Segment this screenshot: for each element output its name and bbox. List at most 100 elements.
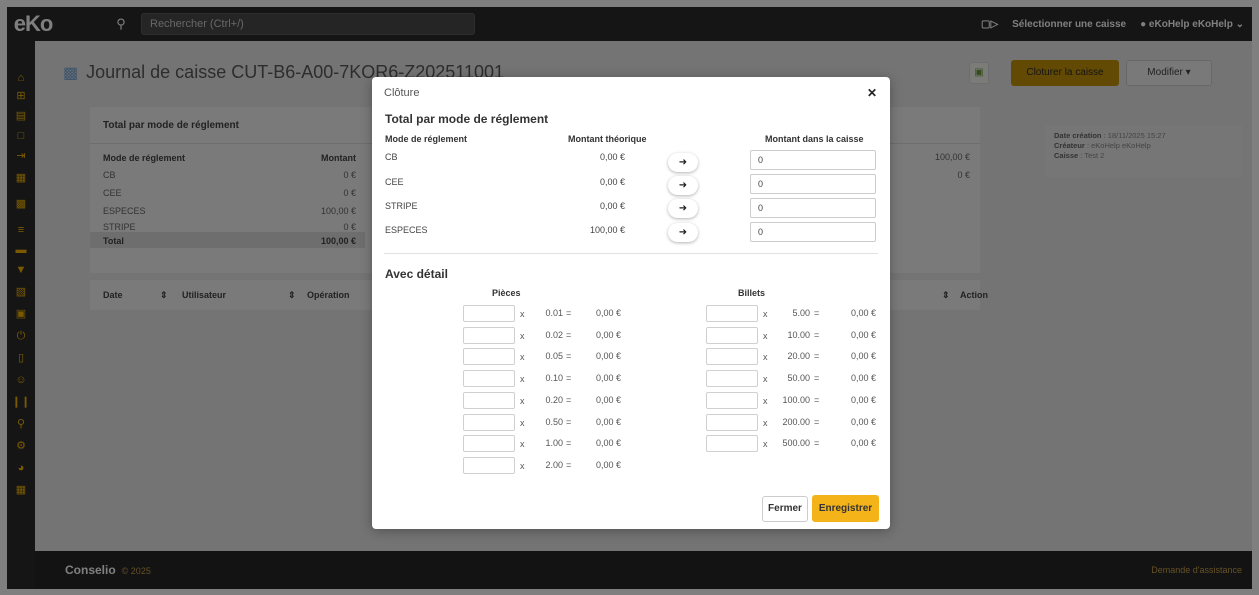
multiply-sign: x [520, 396, 525, 406]
copy-amount-button[interactable]: ➜ [668, 223, 698, 242]
multiply-sign: x [763, 352, 768, 362]
multiply-sign: x [520, 309, 525, 319]
multiply-sign: x [763, 374, 768, 384]
equals-sign: = [814, 308, 820, 318]
multiply-sign: x [520, 418, 525, 428]
equals-sign: = [566, 417, 572, 427]
equals-sign: = [814, 417, 820, 427]
equals-sign: = [814, 438, 820, 448]
register-amount-input[interactable]: 0 [750, 150, 876, 170]
note-count-input[interactable] [706, 370, 758, 387]
note-subtotal: 0,00 € [850, 351, 876, 361]
arrow-right-icon: ➜ [678, 203, 688, 214]
equals-sign: = [566, 308, 572, 318]
note-count-input[interactable] [706, 348, 758, 365]
coin-denomination: 2.00 [545, 460, 563, 470]
note-count-input[interactable] [706, 414, 758, 431]
mode-theoretical: 0,00 € [599, 177, 625, 187]
coin-count-input[interactable] [463, 305, 515, 322]
closing-modal: Clôture ✕ Total par mode de réglement Mo… [372, 77, 890, 529]
section-totals-title: Total par mode de réglement [385, 112, 549, 126]
mode-label: CB [385, 152, 398, 162]
save-button[interactable]: Enregistrer [812, 495, 879, 522]
copy-amount-button[interactable]: ➜ [668, 153, 698, 172]
equals-sign: = [566, 373, 572, 383]
coin-denomination: 1.00 [545, 438, 563, 448]
multiply-sign: x [763, 439, 768, 449]
note-count-input[interactable] [706, 327, 758, 344]
col-in-register: Montant dans la caisse [765, 134, 864, 144]
equals-sign: = [566, 395, 572, 405]
note-count-input[interactable] [706, 435, 758, 452]
coin-subtotal: 0,00 € [595, 330, 621, 340]
coin-count-input[interactable] [463, 370, 515, 387]
multiply-sign: x [763, 396, 768, 406]
equals-sign: = [566, 330, 572, 340]
mode-theoretical: 100,00 € [589, 225, 625, 235]
note-subtotal: 0,00 € [850, 395, 876, 405]
note-count-input[interactable] [706, 392, 758, 409]
mode-theoretical: 0,00 € [599, 201, 625, 211]
register-amount-input[interactable]: 0 [750, 174, 876, 194]
equals-sign: = [814, 373, 820, 383]
coin-denomination: 0.01 [545, 308, 563, 318]
coin-count-input[interactable] [463, 457, 515, 474]
equals-sign: = [566, 460, 572, 470]
coin-count-input[interactable] [463, 348, 515, 365]
col-theoretical: Montant théorique [568, 134, 647, 144]
note-denomination: 10.00 [787, 330, 810, 340]
notes-title: Billets [738, 288, 766, 298]
note-denomination: 100.00 [782, 395, 810, 405]
coin-denomination: 0.50 [545, 417, 563, 427]
equals-sign: = [566, 438, 572, 448]
note-subtotal: 0,00 € [850, 417, 876, 427]
section-detail-title: Avec détail [385, 267, 448, 281]
close-button[interactable]: Fermer [762, 496, 808, 522]
register-amount-input[interactable]: 0 [750, 198, 876, 218]
register-amount-input[interactable]: 0 [750, 222, 876, 242]
multiply-sign: x [763, 331, 768, 341]
equals-sign: = [566, 351, 572, 361]
equals-sign: = [814, 330, 820, 340]
coin-count-input[interactable] [463, 327, 515, 344]
note-denomination: 5.00 [792, 308, 810, 318]
coin-subtotal: 0,00 € [595, 351, 621, 361]
coin-denomination: 0.20 [545, 395, 563, 405]
equals-sign: = [814, 395, 820, 405]
arrow-right-icon: ➜ [678, 227, 688, 238]
copy-amount-button[interactable]: ➜ [668, 176, 698, 195]
coin-count-input[interactable] [463, 435, 515, 452]
copy-amount-button[interactable]: ➜ [668, 199, 698, 218]
coin-subtotal: 0,00 € [595, 438, 621, 448]
coin-denomination: 0.05 [545, 351, 563, 361]
mode-label: CEE [385, 177, 404, 187]
coins-title: Pièces [492, 288, 521, 298]
multiply-sign: x [520, 352, 525, 362]
note-denomination: 500.00 [782, 438, 810, 448]
note-denomination: 200.00 [782, 417, 810, 427]
coin-denomination: 0.10 [545, 373, 563, 383]
mode-label: ESPECES [385, 225, 428, 235]
note-denomination: 50.00 [787, 373, 810, 383]
coin-count-input[interactable] [463, 392, 515, 409]
coin-subtotal: 0,00 € [595, 417, 621, 427]
coin-denomination: 0.02 [545, 330, 563, 340]
coin-subtotal: 0,00 € [595, 373, 621, 383]
multiply-sign: x [520, 461, 525, 471]
coin-subtotal: 0,00 € [595, 395, 621, 405]
note-count-input[interactable] [706, 305, 758, 322]
note-subtotal: 0,00 € [850, 438, 876, 448]
arrow-right-icon: ➜ [678, 157, 688, 168]
col-mode: Mode de réglement [385, 134, 468, 144]
coin-count-input[interactable] [463, 414, 515, 431]
close-icon[interactable]: ✕ [867, 86, 877, 100]
modal-title: Clôture [384, 87, 420, 99]
mode-label: STRIPE [385, 201, 418, 211]
note-subtotal: 0,00 € [850, 373, 876, 383]
coin-subtotal: 0,00 € [595, 308, 621, 318]
multiply-sign: x [520, 331, 525, 341]
arrow-right-icon: ➜ [678, 180, 688, 191]
multiply-sign: x [520, 374, 525, 384]
note-subtotal: 0,00 € [850, 330, 876, 340]
equals-sign: = [814, 351, 820, 361]
